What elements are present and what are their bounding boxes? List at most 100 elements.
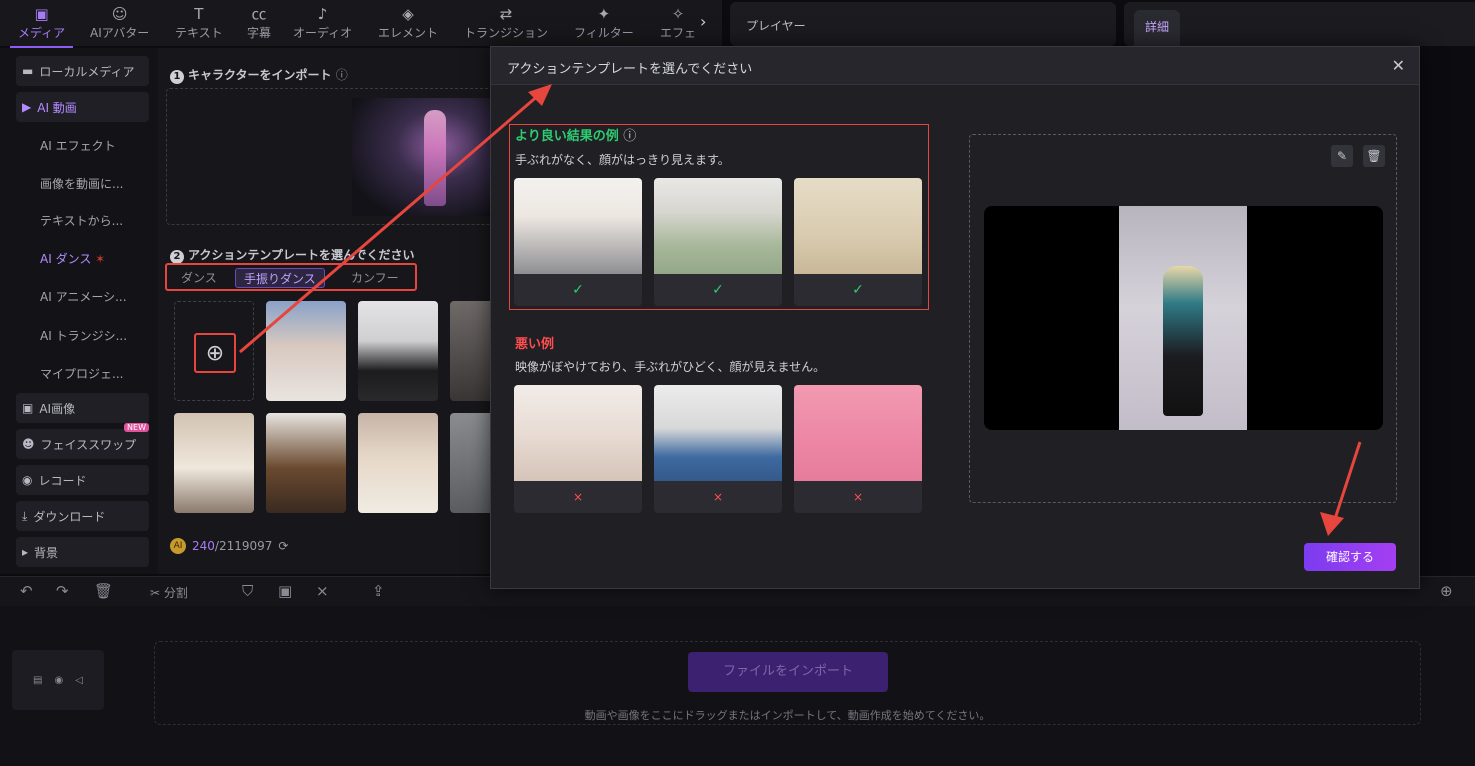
caption-icon: ㏄ [251, 5, 267, 23]
sidebar-sub-ai-transition[interactable]: AI トランジシ... [40, 327, 127, 344]
download-icon: ⤓ [22, 508, 28, 523]
good-example-card: ✓ [794, 178, 922, 306]
sidebar-sub-ai-dance[interactable]: AI ダンス ✶ [40, 250, 105, 267]
tab-dance[interactable]: ダンス [173, 268, 225, 288]
sidebar: ▬ ローカルメディア ▶ AI 動画 AI エフェクト 画像を動画に... テキ… [0, 48, 158, 574]
tool-captions[interactable]: ㏄ 字幕 [247, 4, 271, 44]
cross-icon: × [852, 490, 864, 504]
edit-icon[interactable]: ✎ [1331, 145, 1353, 167]
sidebar-item-background[interactable]: ▸ 背景 [16, 537, 149, 567]
split-button[interactable]: ✂ 分割 [150, 584, 188, 601]
trash-icon[interactable]: 🗑 [1363, 145, 1385, 167]
template-video-preview[interactable] [984, 206, 1383, 430]
good-example-desc: 手ぶれがなく、顔がはっきり見えます。 [515, 153, 730, 167]
sidebar-item-download[interactable]: ⤓ ダウンロード [16, 501, 149, 531]
tool-media[interactable]: ▣ メディア [9, 4, 74, 48]
player-title: プレイヤー [746, 19, 806, 33]
crop-icon[interactable]: ⨯ [316, 582, 329, 600]
music-icon: ♪ [317, 5, 328, 23]
zoom-in-icon[interactable]: ⊕ [1440, 582, 1453, 600]
template-thumb[interactable] [358, 301, 438, 401]
redo-icon[interactable]: ↷ [56, 582, 69, 600]
film-icon[interactable]: ▤ [33, 675, 42, 686]
bad-example-card: × [794, 385, 922, 513]
confirm-button[interactable]: 確認する [1304, 543, 1396, 571]
close-icon[interactable]: ✕ [1392, 56, 1405, 75]
eye-icon[interactable]: ◉ [55, 675, 64, 686]
example-photo [514, 385, 642, 481]
tool-text[interactable]: T テキスト [175, 4, 223, 44]
media-icon: ▣ [34, 5, 49, 23]
tab-kungfu[interactable]: カンフー [343, 268, 407, 288]
import-file-button[interactable]: ファイルをインポート [688, 652, 888, 692]
example-photo [514, 178, 642, 274]
check-icon: ✓ [572, 282, 584, 298]
tool-audio[interactable]: ♪ オーディオ [293, 4, 352, 44]
sidebar-item-face-swap[interactable]: ☻ フェイススワップ NEW [16, 423, 149, 459]
step-2-label: 2 アクションテンプレートを選んでください [170, 246, 414, 264]
face-swap-icon: ☻ [22, 437, 35, 451]
bad-example-card: × [514, 385, 642, 513]
refresh-icon[interactable]: ⟳ [278, 539, 288, 553]
export-clip-icon[interactable]: ⇪ [372, 582, 385, 600]
sidebar-sub-text-to-video[interactable]: テキストから... [40, 212, 123, 229]
good-example-title: より良い結果の例 ⓘ [515, 129, 637, 144]
tool-filters[interactable]: ✦ フィルター [574, 4, 634, 44]
drop-hint: 動画や画像をここにドラッグまたはインポートして、動画作成を始めてください。 [584, 709, 991, 722]
sidebar-item-ai-video[interactable]: ▶ AI 動画 [16, 92, 149, 122]
info-icon[interactable]: ⓘ [623, 129, 636, 144]
tool-transitions[interactable]: ⇄ トランジション [464, 4, 548, 44]
sidebar-sub-my-projects[interactable]: マイプロジェ... [40, 365, 123, 382]
video-frame [1119, 206, 1247, 430]
good-example-card: ✓ [654, 178, 782, 306]
new-badge: NEW [124, 423, 149, 432]
character-figure [424, 110, 446, 206]
sidebar-sub-image-to-video[interactable]: 画像を動画に... [40, 175, 123, 192]
shield-icon[interactable]: ⛉ [242, 582, 253, 600]
chevron-right-icon[interactable]: › [700, 12, 706, 31]
bad-example-desc: 映像がぼやけており、手ぶれがひどく、顔が見えません。 [515, 360, 826, 374]
example-photo [654, 178, 782, 274]
filter-icon: ✦ [597, 5, 611, 23]
player-panel: プレイヤー [730, 2, 1116, 46]
record-icon: ◉ [22, 473, 33, 487]
coin-icon: AI [170, 538, 186, 554]
tool-ai-avatar[interactable]: ☺ AIアバター [90, 4, 149, 44]
template-thumb[interactable] [358, 413, 438, 513]
template-dialog: アクションテンプレートを選んでください ✕ より良い結果の例 ⓘ 手ぶれがなく、… [490, 46, 1420, 589]
sidebar-item-local-media[interactable]: ▬ ローカルメディア [16, 56, 149, 86]
tab-details[interactable]: 詳細 [1134, 10, 1180, 46]
element-icon: ◈ [402, 5, 414, 23]
example-photo [794, 178, 922, 274]
speaker-icon[interactable]: ◁ [75, 675, 83, 686]
avatar-icon: ☺ [111, 5, 128, 23]
credit-counter: AI 240/2119097 ⟳ [170, 538, 288, 554]
check-icon: ✓ [852, 282, 864, 298]
dialog-header: アクションテンプレートを選んでください ✕ [491, 47, 1419, 85]
delete-icon[interactable]: 🗑 [94, 582, 113, 600]
sidebar-item-record[interactable]: ◉ レコード [16, 465, 149, 495]
sidebar-sub-ai-effect[interactable]: AI エフェクト [40, 137, 116, 154]
upload-person-icon[interactable]: ⊕ [194, 333, 236, 373]
ai-video-icon: ▶ [22, 100, 32, 114]
tool-elements[interactable]: ◈ エレメント [378, 4, 438, 44]
character-import-area[interactable] [166, 88, 498, 225]
template-tabs: ダンス 手振りダンス カンフー [165, 263, 417, 291]
text-icon: T [194, 5, 204, 23]
info-icon[interactable]: ⓘ [336, 68, 348, 82]
track-header: ▤ ◉ ◁ [12, 650, 104, 710]
bad-example-title: 悪い例 [515, 337, 555, 352]
sidebar-sub-ai-animation[interactable]: AI アニメーシ... [40, 288, 127, 305]
template-thumb[interactable] [266, 301, 346, 401]
details-panel: 詳細 [1124, 2, 1475, 46]
sidebar-item-ai-image[interactable]: ▣ AI画像 [16, 393, 149, 423]
image-icon: ▣ [22, 401, 34, 415]
template-thumb[interactable] [266, 413, 346, 513]
character-image [352, 98, 498, 216]
template-thumb[interactable] [174, 413, 254, 513]
text-box-icon[interactable]: ▣ [278, 582, 292, 600]
dancer-figure [1163, 266, 1203, 416]
tool-effects[interactable]: ✧ エフェ [660, 4, 696, 44]
tab-hand-dance[interactable]: 手振りダンス [235, 268, 325, 288]
undo-icon[interactable]: ↶ [20, 582, 33, 600]
